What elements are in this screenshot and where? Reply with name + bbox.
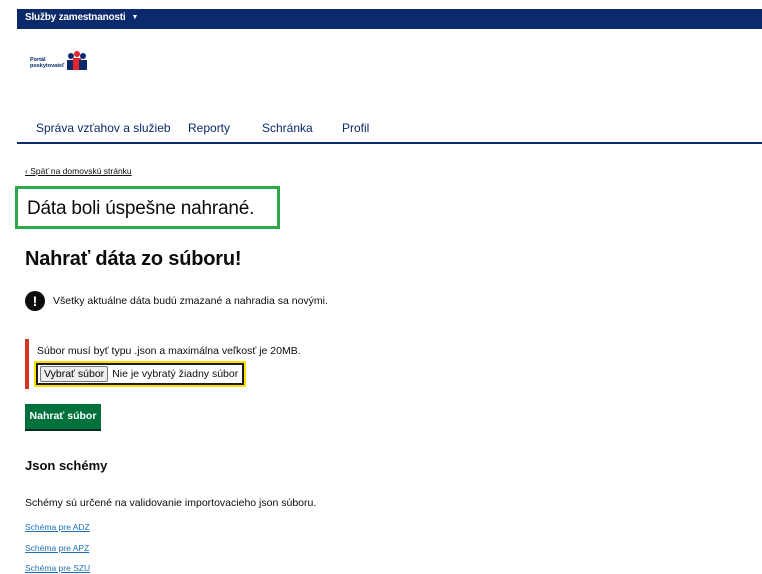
- main-navigation: Správa vzťahov a služieb Reporty Schránk…: [17, 114, 762, 144]
- file-hint: Súbor musí byť typu .json a maximálna ve…: [37, 345, 301, 357]
- warning-icon: !: [25, 291, 45, 311]
- portal-logo[interactable]: Portál poskytovateľ: [30, 51, 88, 71]
- success-banner: Dáta boli úspešne nahrané.: [15, 186, 280, 229]
- logo-line-2: poskytovateľ: [30, 63, 65, 69]
- file-upload-group: Súbor musí byť typu .json a maximálna ve…: [25, 339, 325, 389]
- people-logo-icon: [67, 51, 88, 70]
- schemas-heading: Json schémy: [25, 458, 108, 473]
- schemas-description: Schémy sú určené na validovanie importov…: [25, 497, 317, 509]
- file-input[interactable]: Vybrať súbor Nie je vybratý žiadny súbor: [34, 361, 246, 387]
- logo-text: Portál poskytovateľ: [30, 57, 64, 69]
- no-file-label: Nie je vybratý žiadny súbor: [112, 368, 239, 380]
- page-title: Nahrať dáta zo súboru!: [25, 248, 242, 270]
- chevron-down-icon: ▼: [131, 14, 139, 21]
- nav-item-schranka[interactable]: Schránka: [262, 121, 313, 135]
- success-message: Dáta boli úspešne nahrané.: [27, 198, 255, 219]
- top-service-bar: Služby zamestnanosti ▼: [17, 9, 762, 29]
- warning-text: Všetky aktuálne dáta budú zmazané a nahr…: [53, 295, 328, 307]
- nav-item-profil[interactable]: Profil: [342, 121, 369, 135]
- upload-button[interactable]: Nahrať súbor: [25, 404, 101, 429]
- nav-item-sprava-vztahov[interactable]: Správa vzťahov a služieb: [36, 121, 171, 135]
- service-menu[interactable]: Služby zamestnanosti ▼: [25, 12, 138, 23]
- choose-file-button[interactable]: Vybrať súbor: [40, 366, 109, 382]
- warning-notice: ! Všetky aktuálne dáta budú zmazané a na…: [25, 291, 328, 311]
- schema-link-szu[interactable]: Schéma pre SZU: [25, 563, 90, 573]
- nav-item-reporty[interactable]: Reporty: [188, 121, 230, 135]
- back-link[interactable]: ‹ Späť na domovskú stránku: [25, 166, 132, 176]
- schema-link-apz[interactable]: Schéma pre APZ: [25, 543, 89, 553]
- schema-link-adz[interactable]: Schéma pre ADZ: [25, 522, 90, 532]
- service-menu-label: Služby zamestnanosti: [25, 12, 126, 23]
